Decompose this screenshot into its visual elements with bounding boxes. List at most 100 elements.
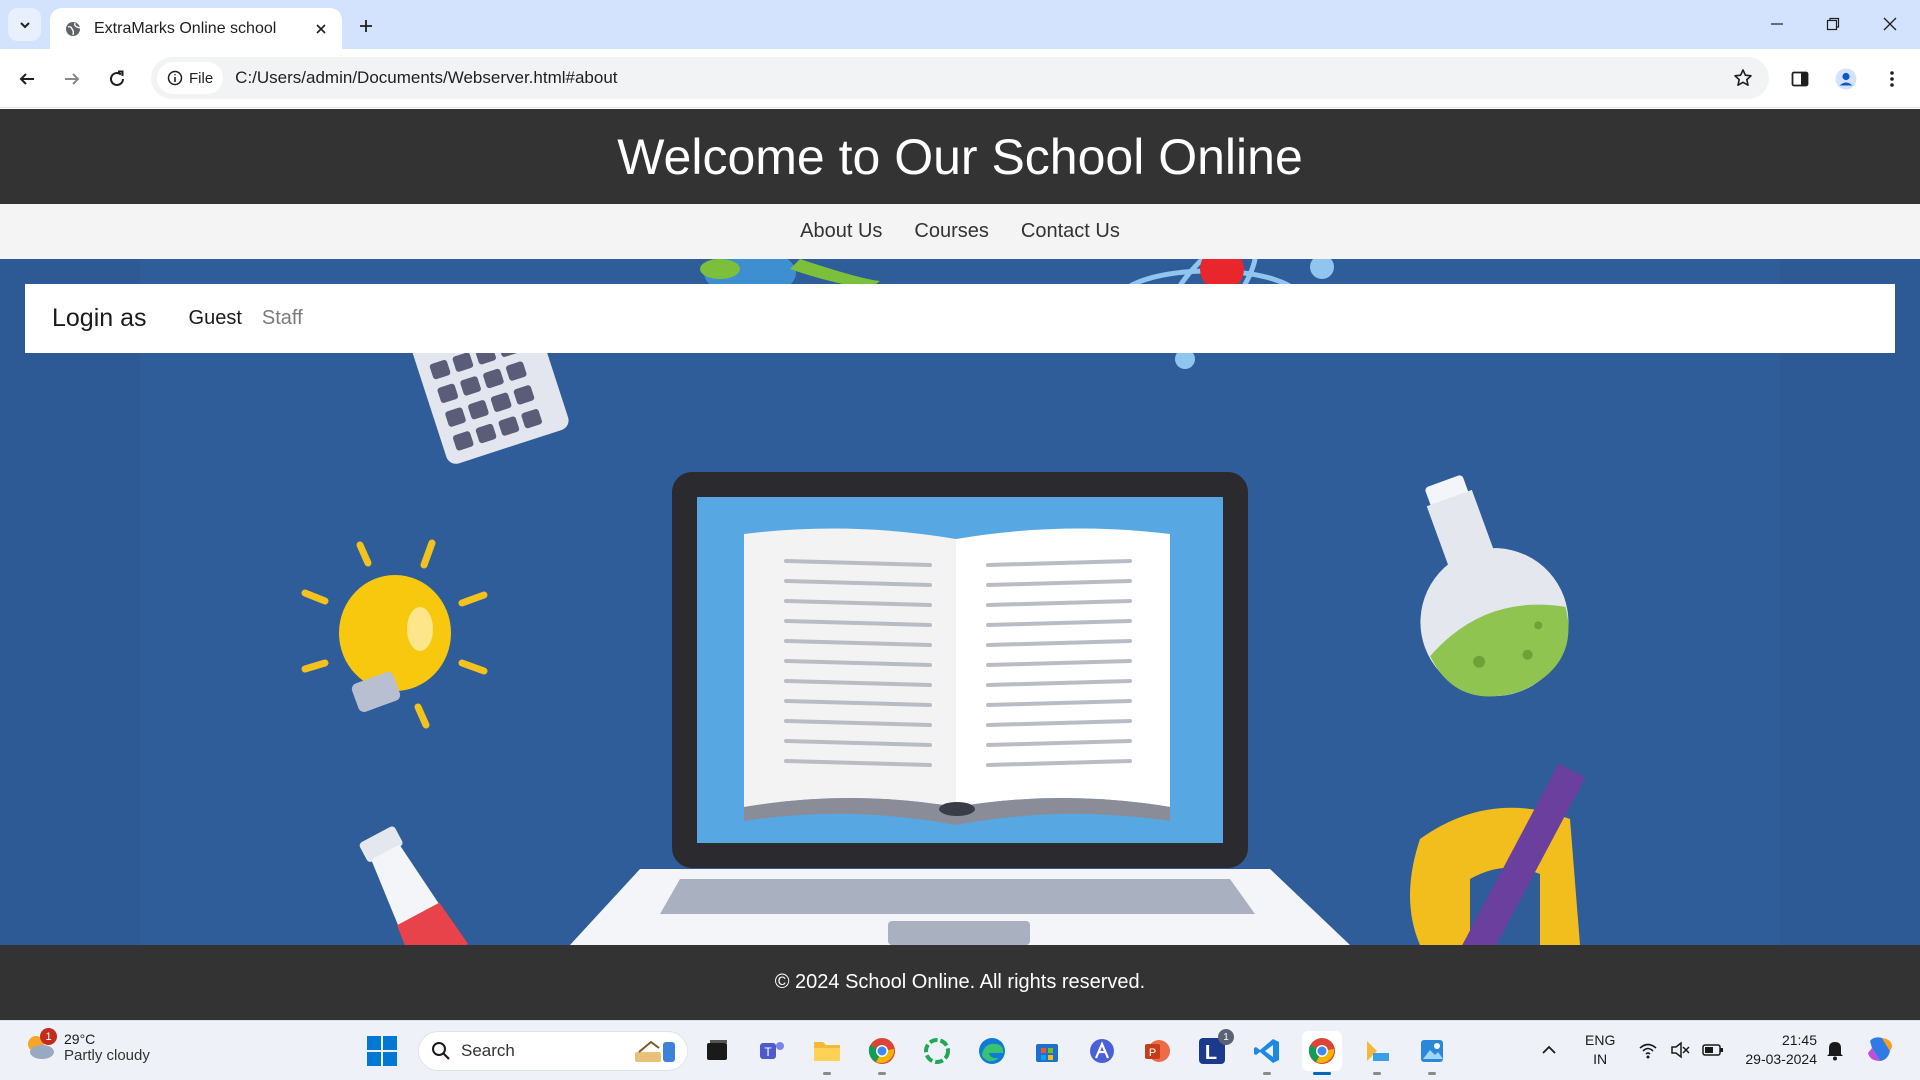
laptop-decoration (570, 472, 1350, 945)
minimize-button[interactable] (1755, 8, 1799, 40)
footer-text: © 2024 School Online. All rights reserve… (774, 971, 1146, 993)
login-option-staff[interactable]: Staff (262, 307, 303, 330)
svg-text:T: T (764, 1045, 772, 1059)
chevron-up-icon (1542, 1045, 1556, 1054)
svg-text:L: L (1205, 1042, 1217, 1064)
taskbar-app-a[interactable] (1082, 1031, 1122, 1071)
notifications-button[interactable] (1825, 1039, 1845, 1066)
back-button[interactable] (9, 61, 45, 97)
hero-section: Login as Guest Staff (0, 259, 1920, 945)
taskbar-edge[interactable] (972, 1031, 1012, 1071)
profile-button[interactable] (1828, 61, 1864, 97)
store-icon (1036, 1044, 1058, 1062)
taskbar-photos[interactable] (1412, 1031, 1452, 1075)
side-panel-icon (1791, 71, 1809, 87)
restore-icon (1826, 17, 1840, 31)
site-header: Welcome to Our School Online (0, 109, 1920, 204)
login-bar: Login as Guest Staff (25, 284, 1895, 353)
hero-illustration (0, 259, 1920, 945)
side-panel-button[interactable] (1782, 61, 1818, 97)
taskbar-powerpoint[interactable]: P (1137, 1031, 1177, 1071)
battery-icon (1702, 1044, 1723, 1056)
site-footer: © 2024 School Online. All rights reserve… (0, 945, 1920, 1020)
show-hidden-icons-button[interactable] (1540, 1033, 1558, 1064)
vscode-icon (1254, 1039, 1279, 1063)
web-page: Welcome to Our School Online About Us Co… (0, 109, 1920, 1020)
taskbar-search[interactable]: Search (418, 1031, 688, 1071)
bookmark-button[interactable] (1723, 58, 1763, 98)
taskbar-l-app[interactable]: L 1 (1192, 1029, 1234, 1071)
taskbar-green-app[interactable] (917, 1031, 957, 1071)
task-view-icon (707, 1040, 727, 1060)
tab-close-icon[interactable] (310, 18, 332, 40)
taskbar-task-view[interactable] (697, 1031, 737, 1071)
system-tray-icons[interactable] (1638, 1041, 1724, 1059)
taskbar-chrome-1[interactable] (862, 1031, 902, 1075)
taskbar-chrome-active[interactable] (1302, 1031, 1342, 1075)
profile-icon (1835, 68, 1857, 90)
kebab-menu-icon (1890, 71, 1894, 87)
restore-button[interactable] (1811, 8, 1855, 40)
browser-tabstrip: ExtraMarks Online school (0, 0, 1920, 49)
taskbar-store[interactable] (1027, 1031, 1067, 1071)
site-nav: About Us Courses Contact Us (0, 204, 1920, 259)
browser-tab[interactable]: ExtraMarks Online school (50, 8, 342, 49)
folder-icon (814, 1042, 840, 1061)
photos-icon (1421, 1040, 1443, 1062)
site-info-chip[interactable]: File (157, 62, 224, 94)
address-bar[interactable]: File C:/Users/admin/Documents/Webserver.… (151, 57, 1769, 99)
wifi-icon (1639, 1043, 1657, 1059)
search-icon (432, 1042, 450, 1060)
weather-condition: Partly cloudy (64, 1046, 150, 1064)
login-option-guest[interactable]: Guest (189, 307, 242, 330)
svg-text:P: P (1149, 1047, 1156, 1059)
arrow-right-icon (65, 73, 80, 85)
browser-toolbar: File C:/Users/admin/Documents/Webserver.… (0, 49, 1920, 108)
l-app-badge: 1 (1218, 1029, 1234, 1045)
chrome-icon (1308, 1038, 1335, 1064)
reload-icon (110, 70, 124, 86)
powerpoint-icon: P (1145, 1040, 1170, 1062)
triangle-app-icon (1090, 1039, 1114, 1063)
language-indicator[interactable]: ENG IN (1585, 1031, 1615, 1069)
nav-link-about-us[interactable]: About Us (798, 216, 884, 247)
search-highlight-icon (635, 1040, 675, 1062)
teams-icon: T (760, 1042, 784, 1059)
login-as-label: Login as (52, 304, 147, 332)
new-tab-button[interactable] (352, 12, 380, 40)
page-title: Welcome to Our School Online (617, 128, 1303, 185)
plus-icon (360, 20, 372, 32)
menu-button[interactable] (1874, 61, 1910, 97)
globe-icon (64, 20, 82, 38)
clock[interactable]: 21:45 29-03-2024 (1735, 1031, 1817, 1069)
tab-search-button[interactable] (8, 8, 41, 41)
nav-link-courses[interactable]: Courses (912, 216, 990, 247)
site-info-label: File (189, 69, 214, 87)
taskbar-search-label: Search (461, 1041, 515, 1060)
close-window-button[interactable] (1868, 8, 1912, 40)
taskbar-file-manager[interactable] (1357, 1031, 1397, 1075)
tab-title: ExtraMarks Online school (94, 19, 277, 37)
start-button[interactable] (364, 1033, 400, 1069)
weather-badge: 1 (40, 1028, 57, 1045)
url-text[interactable]: C:/Users/admin/Documents/Webserver.html#… (235, 68, 1723, 88)
weather-temperature: 29°C (64, 1030, 96, 1047)
nav-link-contact-us[interactable]: Contact Us (1019, 216, 1122, 247)
copilot-button[interactable] (1864, 1035, 1896, 1070)
minimize-icon (1771, 23, 1783, 25)
taskbar-vscode[interactable] (1247, 1031, 1287, 1075)
weather-widget[interactable]: 1 29°C Partly cloudy (22, 1028, 150, 1064)
file-manager-icon (1367, 1041, 1389, 1061)
taskbar-file-explorer[interactable] (807, 1031, 847, 1075)
weather-icon: 1 (22, 1028, 57, 1064)
reload-button[interactable] (99, 61, 135, 97)
arrow-left-icon (19, 73, 34, 85)
clock-date: 29-03-2024 (1745, 1051, 1817, 1067)
star-icon (1734, 69, 1752, 86)
forward-button[interactable] (54, 61, 90, 97)
clock-time: 21:45 (1781, 1032, 1817, 1048)
windows-logo-icon (367, 1036, 397, 1066)
taskbar-teams[interactable]: T (752, 1031, 792, 1071)
circle-app-icon (924, 1038, 950, 1064)
edge-icon (979, 1038, 1005, 1064)
